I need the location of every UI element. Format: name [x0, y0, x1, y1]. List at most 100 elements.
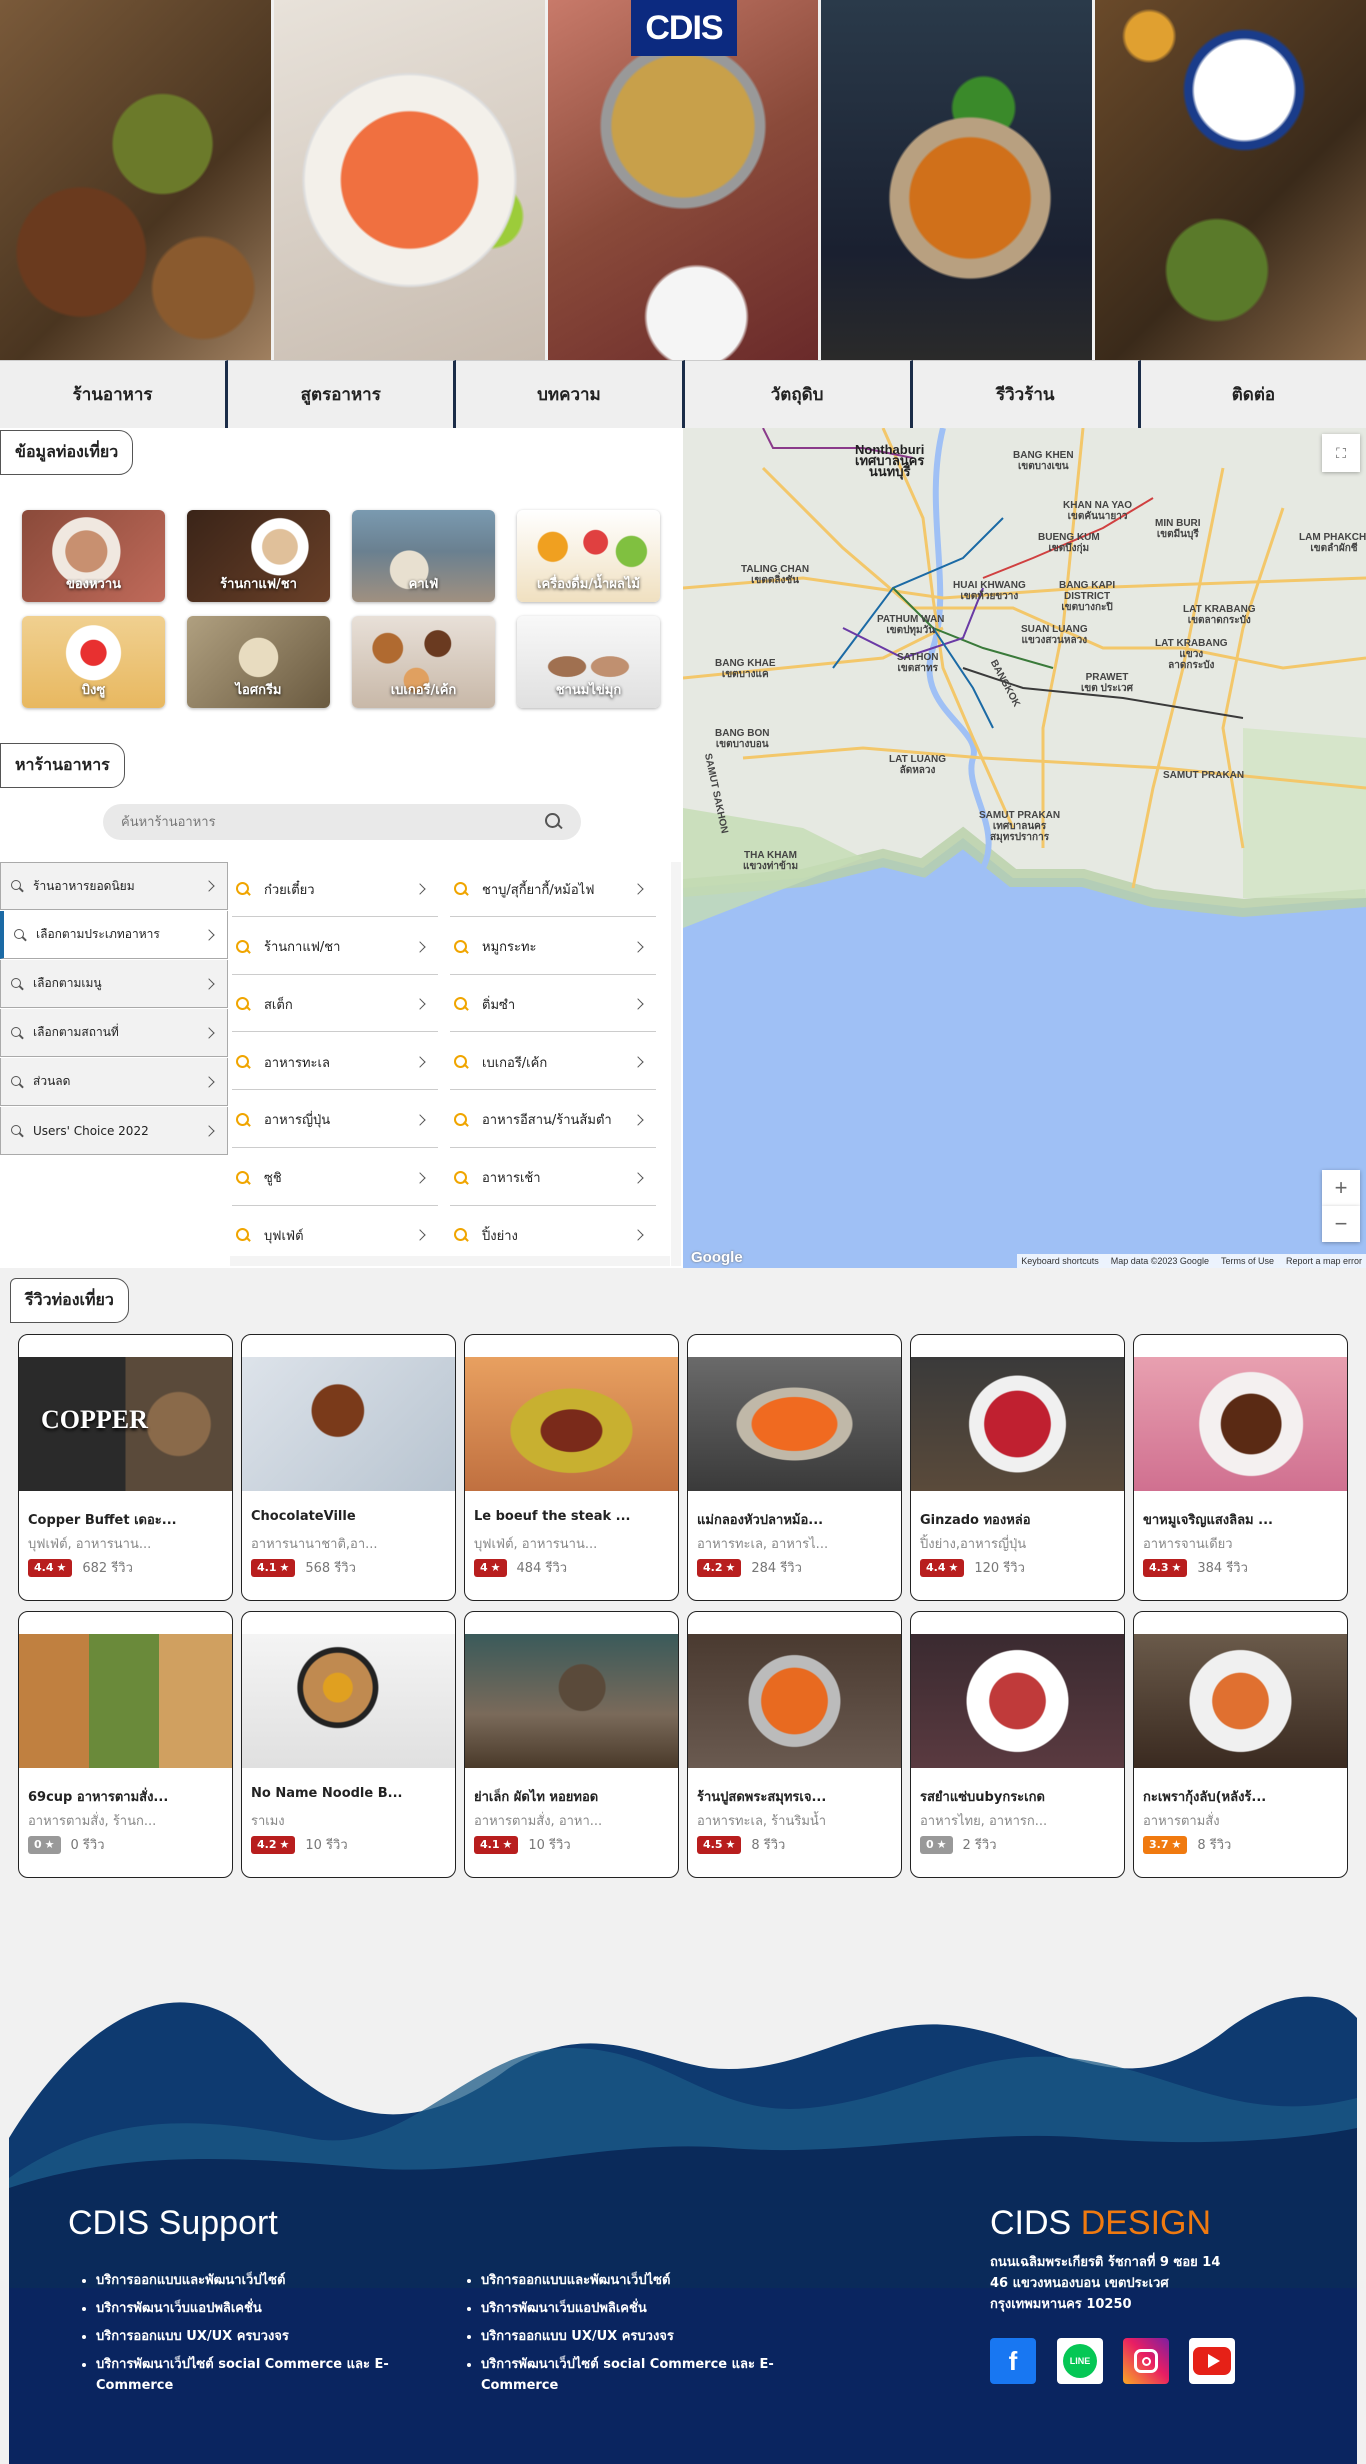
rating-value: 4.3 [1149, 1561, 1169, 1574]
review-card[interactable]: ร้านปูสดพระสมุทรเจ... อาหารทะเล, ร้านริมน… [687, 1611, 902, 1878]
side-item-users-choice[interactable]: Users' Choice 2022 [0, 1107, 228, 1155]
review-card[interactable]: แม่กลองหัวปลาหม้อ... อาหารทะเล, อาหารไ...… [687, 1334, 902, 1601]
nav-ingredients[interactable]: วัตถุดิบ [684, 360, 913, 428]
nav-recipes[interactable]: สูตรอาหาร [228, 360, 457, 428]
category-drinks[interactable]: เครื่องดื่ม/น้ำผลไม้ [517, 510, 660, 602]
review-card[interactable]: รสยำแซ่บubyกระเกด อาหารไทย, อาหารก... 0 ★ 2 … [910, 1611, 1125, 1878]
review-card[interactable]: ย่าเล็ก ผัดไท หอยทอด อาหารตามสั่ง, อาหา..… [464, 1611, 679, 1878]
rating-value: 4.2 [257, 1838, 277, 1851]
category-ice-cream[interactable]: ไอศกรีม [187, 616, 330, 708]
service-link[interactable]: บริการพัฒนาเว็ปไซต์ social Commerce และ … [96, 2354, 426, 2396]
star-icon: ★ [490, 1561, 501, 1574]
food-type-item[interactable]: ซูชิ [232, 1151, 438, 1206]
food-type-item[interactable]: เบเกอรี/เค้ก [450, 1035, 656, 1091]
service-link[interactable]: บริการออกแบบ UX/UX ครบวงจร [481, 2326, 811, 2347]
review-card-image [242, 1634, 455, 1768]
food-type-item[interactable]: ติ่มซำ [450, 977, 656, 1033]
line-icon[interactable]: LINE [1057, 2338, 1103, 2384]
zoom-out-button[interactable]: − [1322, 1206, 1360, 1242]
map-label-samut-prakan-town: Samut Prakan เทศบาลนคร สมุทรปราการ [979, 810, 1061, 843]
zoom-in-button[interactable]: + [1322, 1170, 1360, 1206]
side-item-by-menu[interactable]: เลือกตามเมนู [0, 960, 228, 1008]
category-bubble-tea[interactable]: ชานมไข่มุก [517, 616, 660, 708]
vertical-scrollbar[interactable] [671, 862, 681, 1266]
nav-reviews[interactable]: รีวิวร้าน [912, 360, 1141, 428]
rating-row: 4 ★ 484 รีวิว [474, 1557, 567, 1578]
review-count: 8 รีวิว [751, 1838, 786, 1853]
rating-badge: 4 ★ [474, 1558, 507, 1577]
find-restaurant-label: หาร้านอาหาร [0, 743, 125, 788]
chevron-right-icon [632, 883, 644, 895]
fullscreen-button[interactable]: ⛶ [1322, 434, 1360, 472]
food-type-item[interactable]: ก๋วยเตี๋ยว [232, 862, 438, 917]
restaurant-name: ขาหมูเจริญแสงลิลม ... [1143, 1513, 1273, 1528]
search-icon [454, 882, 468, 896]
nav-restaurants[interactable]: ร้านอาหาร [0, 360, 229, 428]
food-type-item[interactable]: อาหารเช้า [450, 1151, 656, 1206]
category-cafe[interactable]: คาเฟ่ [352, 510, 495, 602]
star-icon: ★ [44, 1838, 55, 1851]
star-icon: ★ [1171, 1838, 1182, 1851]
side-item-popular[interactable]: ร้านอาหารยอดนิยม [0, 862, 228, 910]
map-label-min-buri: MIN BURI เขตมีนบุรี [1155, 518, 1201, 540]
review-card[interactable]: No Name Noodle B... ราเมง 4.2 ★ 10 รีวิว [241, 1611, 456, 1878]
service-link[interactable]: บริการออกแบบ UX/UX ครบวงจร [96, 2326, 426, 2347]
category-bingsu[interactable]: บิงซู [22, 616, 165, 708]
chevron-right-icon [632, 1056, 644, 1068]
side-item-by-type[interactable]: เลือกตามประเภทอาหาร [0, 911, 228, 959]
search-icon[interactable] [545, 813, 563, 831]
review-card[interactable]: Le boeuf the steak ... บุฟเฟ่ต์, อาหารนาน… [464, 1334, 679, 1601]
instagram-icon[interactable] [1123, 2338, 1169, 2384]
report-error-link[interactable]: Report a map error [1286, 1256, 1362, 1266]
review-card[interactable]: กะเพรากุ้งลับ(หลังร้... อาหารตามสั่ง 3.7 ★ 8… [1133, 1611, 1348, 1878]
category-bakery[interactable]: เบเกอรี/เค้ก [352, 616, 495, 708]
keyboard-shortcuts-link[interactable]: Keyboard shortcuts [1021, 1256, 1099, 1266]
map-label-taling-chan: TALING CHAN เขตตลิ่งชัน [741, 564, 810, 586]
service-link[interactable]: บริการพัฒนาเว็บแอปพลิเคชั่น [96, 2298, 426, 2319]
food-type-item[interactable]: ชาบู/สุกี้ยากี้/หม้อไฟ [450, 862, 656, 917]
food-type-item[interactable]: อาหารญี่ปุ่น [232, 1093, 438, 1148]
food-type-item[interactable]: ร้านกาแฟ/ชา [232, 920, 438, 975]
chevron-right-icon [414, 998, 426, 1011]
map-embed[interactable]: Nonthaburi เทศบาลนคร นนทบุรี BANG KHEN เ… [683, 428, 1366, 1268]
review-card[interactable]: 69cup อาหารตามสั่ง... อาหารตามสั่ง, ร้านก… [18, 1611, 233, 1878]
nav-contact[interactable]: ติดต่อ [1140, 360, 1366, 428]
support-title: CDIS Support [68, 2204, 278, 2242]
chevron-right-icon [632, 1229, 644, 1241]
food-type-item[interactable]: สเต็ก [232, 977, 438, 1033]
service-link[interactable]: บริการพัฒนาเว็บแอปพลิเคชั่น [481, 2298, 811, 2319]
category-label: บิงซู [81, 683, 106, 698]
facebook-icon[interactable]: f [990, 2338, 1036, 2384]
service-link[interactable]: บริการออกแบบและพัฒนาเว็ปไซต์ [96, 2270, 426, 2291]
food-type-item[interactable]: หมูกระทะ [450, 920, 656, 975]
category-coffee[interactable]: ร้านกาแฟ/ชา [187, 510, 330, 602]
service-link[interactable]: บริการพัฒนาเว็ปไซต์ social Commerce และ … [481, 2354, 811, 2396]
restaurant-name: 69cup อาหารตามสั่ง... [28, 1790, 169, 1805]
service-link[interactable]: บริการออกแบบและพัฒนาเว็ปไซต์ [481, 2270, 811, 2291]
cdis-logo[interactable]: CDIS [631, 0, 737, 56]
rating-value: 4 [480, 1561, 488, 1574]
nav-articles[interactable]: บทความ [456, 360, 685, 428]
review-card[interactable]: Copper Buffet เดอะ... บุฟเฟ่ต์, อาหารนาน.… [18, 1334, 233, 1601]
category-dessert[interactable]: ของหวาน [22, 510, 165, 602]
search-input[interactable] [121, 814, 545, 830]
review-card[interactable]: Ginzado ทองหล่อ ปิ้งย่าง,อาหารญี่ปุ่น 4.4 ★… [910, 1334, 1125, 1601]
review-card[interactable]: ขาหมูเจริญแสงลิลม ... อาหารจานเดียว 4.3 ★ 38… [1133, 1334, 1348, 1601]
map-data-text: Map data ©2023 Google [1110, 1256, 1209, 1266]
review-card[interactable]: ChocolateVille อาหารนานาชาติ,อา... 4.1 ★ 568… [241, 1334, 456, 1601]
horizontal-scrollbar[interactable] [230, 1256, 670, 1266]
review-card-image [1134, 1634, 1347, 1768]
food-type-item[interactable]: อาหารทะเล [232, 1035, 438, 1091]
rating-value: 4.1 [257, 1561, 277, 1574]
side-item-by-location[interactable]: เลือกตามสถานที่ [0, 1009, 228, 1057]
support-list-2: บริการออกแบบและพัฒนาเว็ปไซต์ บริการพัฒนา… [481, 2270, 811, 2403]
rating-badge: 4.5 ★ [697, 1835, 742, 1854]
food-type-label: อาหารเช้า [482, 1171, 541, 1187]
food-type-item[interactable]: อาหารอีสาน/ร้านส้มตำ [450, 1093, 656, 1148]
side-item-discount[interactable]: ส่วนลด [0, 1058, 228, 1106]
restaurant-type: อาหารไทย, อาหารก... [920, 1814, 1048, 1829]
restaurant-type: อาหารตามสั่ง, ร้านก... [28, 1814, 157, 1829]
terms-link[interactable]: Terms of Use [1221, 1256, 1274, 1266]
category-label: เครื่องดื่ม/น้ำผลไม้ [537, 577, 640, 592]
youtube-icon[interactable] [1189, 2338, 1235, 2384]
